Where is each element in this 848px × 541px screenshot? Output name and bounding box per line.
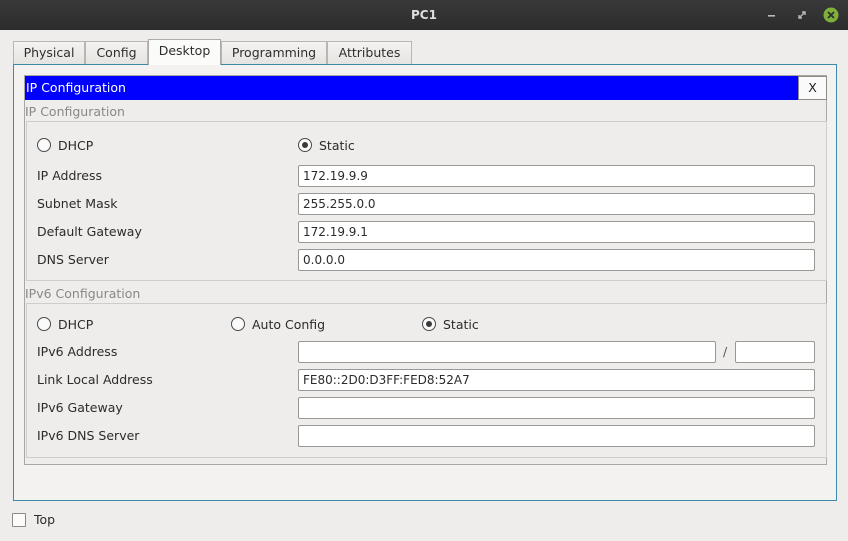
- ipv6-gateway-input[interactable]: [298, 397, 815, 419]
- tab-attributes[interactable]: Attributes: [327, 41, 412, 64]
- tab-programming[interactable]: Programming: [221, 41, 327, 64]
- radio-label: DHCP: [58, 137, 94, 153]
- tab-physical[interactable]: Physical: [13, 41, 85, 64]
- ipv6-section-label: IPv6 Configuration: [25, 286, 141, 301]
- ipv4-group: DHCP Static IP Address Subnet Mask Defau…: [26, 121, 827, 281]
- prefix-separator: /: [723, 344, 728, 359]
- default-gateway-label: Default Gateway: [37, 224, 142, 239]
- ipv6-static-radio[interactable]: Static: [422, 316, 479, 332]
- ipv4-section-label: IP Configuration: [25, 104, 125, 119]
- radio-selected-icon: [422, 317, 436, 331]
- close-panel-button[interactable]: X: [798, 76, 827, 100]
- subnet-mask-label: Subnet Mask: [37, 196, 118, 211]
- ipv6-gateway-label: IPv6 Gateway: [37, 400, 123, 415]
- tab-config[interactable]: Config: [85, 41, 148, 64]
- close-icon[interactable]: [822, 6, 840, 24]
- tab-desktop[interactable]: Desktop: [148, 39, 221, 65]
- top-checkbox-label: Top: [34, 512, 56, 527]
- radio-button-icon: [37, 317, 51, 331]
- window-title: PC1: [411, 8, 437, 22]
- dns-server-input[interactable]: [298, 249, 815, 271]
- ipv6-address-label: IPv6 Address: [37, 344, 118, 359]
- radio-button-icon: [231, 317, 245, 331]
- ipv6-group: DHCP Auto Config Static IPv6 Address / L…: [26, 303, 827, 458]
- minimize-icon[interactable]: [763, 6, 781, 24]
- ip-address-input[interactable]: [298, 165, 815, 187]
- ipv4-static-radio[interactable]: Static: [298, 137, 355, 153]
- radio-label: Static: [443, 316, 479, 332]
- ipv6-dns-server-label: IPv6 DNS Server: [37, 428, 140, 443]
- link-local-address-input[interactable]: [298, 369, 815, 391]
- subnet-mask-input[interactable]: [298, 193, 815, 215]
- radio-label: Static: [319, 137, 355, 153]
- top-checkbox[interactable]: Top: [12, 512, 55, 527]
- restore-icon[interactable]: [793, 6, 811, 24]
- radio-label: Auto Config: [252, 316, 326, 332]
- title-bar[interactable]: PC1: [0, 0, 848, 30]
- default-gateway-input[interactable]: [298, 221, 815, 243]
- link-local-address-label: Link Local Address: [37, 372, 153, 387]
- ipv6-auto-config-radio[interactable]: Auto Config: [231, 316, 325, 332]
- ipv6-prefix-input[interactable]: [735, 341, 815, 363]
- ipv6-dns-server-input[interactable]: [298, 425, 815, 447]
- radio-selected-icon: [298, 138, 312, 152]
- ip-address-label: IP Address: [37, 168, 102, 183]
- pc1-window: PC1 Physical Config Desktop Programming …: [0, 0, 848, 541]
- ip-configuration-panel: IP Configuration X IP Configuration DHCP…: [24, 75, 827, 465]
- ipv4-dhcp-radio[interactable]: DHCP: [37, 137, 93, 153]
- dns-server-label: DNS Server: [37, 252, 109, 267]
- ipv6-address-input[interactable]: [298, 341, 716, 363]
- ipv6-dhcp-radio[interactable]: DHCP: [37, 316, 93, 332]
- desktop-content: IP Configuration X IP Configuration DHCP…: [13, 64, 837, 501]
- radio-button-icon: [37, 138, 51, 152]
- radio-label: DHCP: [58, 316, 94, 332]
- ip-configuration-header: IP Configuration: [25, 76, 798, 100]
- checkbox-icon: [12, 512, 26, 527]
